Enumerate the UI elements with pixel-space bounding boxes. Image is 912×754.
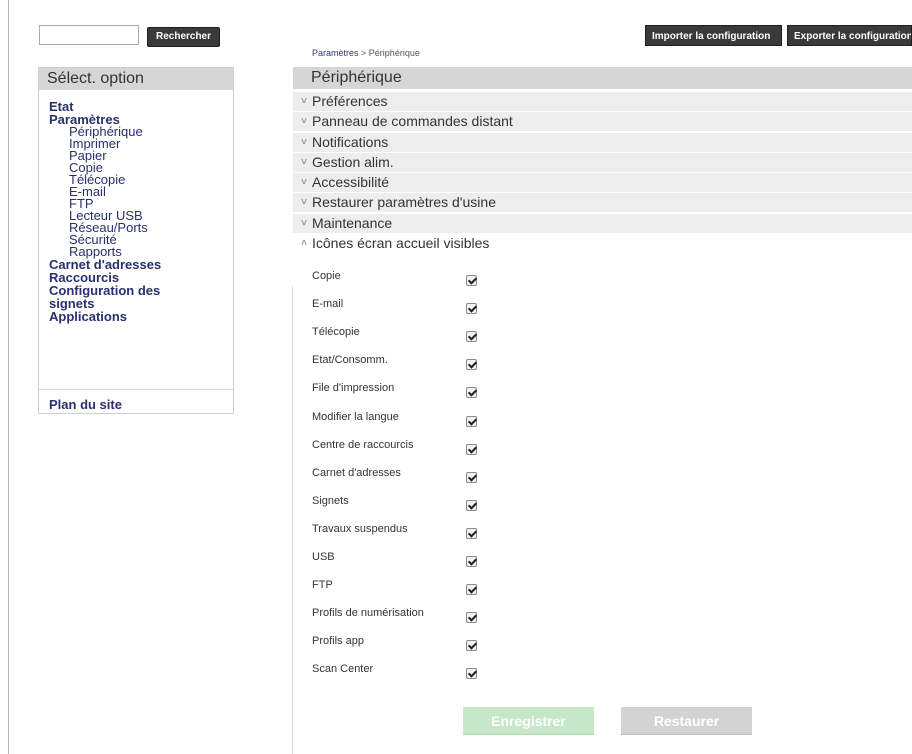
section-header[interactable]: ˅ Gestion alim. — [293, 153, 912, 172]
sidebar: Sélect. option Etat Paramètres Périphériqu… — [38, 67, 234, 414]
home-icon-label: FTP — [312, 579, 333, 591]
chevron-down-icon: ˅ — [301, 137, 307, 148]
home-icon-label: USB — [312, 551, 335, 563]
home-icon-checkbox[interactable] — [466, 472, 477, 483]
section-label: Panneau de commandes distant — [312, 113, 513, 129]
search-input[interactable] — [39, 25, 139, 45]
content-divider — [292, 286, 293, 754]
home-icon-checkbox[interactable] — [466, 331, 477, 342]
home-icon-label: Travaux suspendus — [312, 523, 408, 535]
home-icon-checkbox[interactable] — [466, 359, 477, 370]
home-icon-checkbox[interactable] — [466, 500, 477, 511]
page-left-border — [8, 0, 9, 754]
import-config-button[interactable]: Importer la configuration — [645, 25, 782, 46]
save-button[interactable]: Enregistrer — [463, 707, 594, 735]
section-label: Accessibilité — [312, 174, 390, 190]
chevron-down-icon: ˅ — [301, 218, 307, 229]
home-icon-label: E-mail — [312, 298, 344, 310]
home-icon-label: Centre de raccourcis — [312, 439, 414, 451]
chevron-up-icon: ˄ — [301, 238, 307, 249]
home-icon-checkbox[interactable] — [466, 640, 477, 651]
home-icon-checkbox[interactable] — [466, 584, 477, 595]
search-button[interactable]: Rechercher — [147, 27, 220, 47]
section-label: Gestion alim. — [312, 154, 394, 170]
home-icon-label: File d'impression — [312, 382, 395, 394]
home-icon-label: Copie — [312, 270, 341, 282]
section-label: Maintenance — [312, 215, 393, 231]
chevron-down-icon: ˅ — [301, 197, 307, 208]
home-icon-label: Profils app — [312, 635, 364, 647]
breadcrumb-separator: > — [358, 48, 369, 58]
section-label: Préférences — [312, 93, 388, 109]
sidebar-title: Sélect. option — [39, 68, 233, 90]
home-icon-label: Signets — [312, 495, 349, 507]
home-icon-label: Profils de numérisation — [312, 607, 424, 619]
breadcrumb-parent-link[interactable]: Paramètres — [312, 48, 359, 58]
restore-button[interactable]: Restaurer — [621, 707, 752, 735]
chevron-down-icon: ˅ — [301, 96, 307, 107]
section-header[interactable]: ˅ Restaurer paramètres d'usine — [293, 193, 912, 212]
section-header[interactable]: ˅ Maintenance — [293, 214, 912, 233]
home-icon-checkbox[interactable] — [466, 444, 477, 455]
home-icon-checkbox[interactable] — [466, 668, 477, 679]
home-icon-label: Télécopie — [312, 326, 360, 338]
section-label: Restaurer paramètres d'usine — [312, 194, 496, 210]
section-header[interactable]: ˅ Notifications — [293, 133, 912, 152]
home-icon-checkbox[interactable] — [466, 387, 477, 398]
home-icon-checkbox[interactable] — [466, 303, 477, 314]
home-icon-label: Carnet d'adresses — [312, 467, 401, 479]
home-icon-checkbox[interactable] — [466, 275, 477, 286]
sidebar-nav: Etat Paramètres Périphérique Imprimer Papier… — [39, 90, 233, 323]
home-icon-label: Scan Center — [312, 663, 374, 675]
sidebar-item[interactable]: Applications — [49, 310, 233, 323]
home-icon-checkbox[interactable] — [466, 416, 477, 427]
home-icon-checkbox[interactable] — [466, 556, 477, 567]
section-header[interactable]: ˅ Panneau de commandes distant — [293, 112, 912, 131]
chevron-down-icon: ˅ — [301, 177, 307, 188]
home-icon-checkbox[interactable] — [466, 528, 477, 539]
section-header[interactable]: ˄ Icônes écran accueil visibles — [293, 234, 912, 253]
sidebar-divider — [39, 389, 233, 390]
page-title: Périphérique — [293, 67, 912, 89]
home-icon-label: Etat/Consomm. — [312, 354, 388, 366]
sidebar-item-sitemap[interactable]: Plan du site — [49, 397, 122, 412]
home-icon-label: Modifier la langue — [312, 411, 399, 423]
section-label: Notifications — [312, 134, 389, 150]
section-header[interactable]: ˅ Préférences — [293, 92, 912, 111]
section-label: Icônes écran accueil visibles — [312, 235, 490, 251]
breadcrumb: Paramètres > Périphérique — [312, 48, 420, 58]
chevron-down-icon: ˅ — [301, 157, 307, 168]
home-icon-checkbox[interactable] — [466, 612, 477, 623]
export-config-button[interactable]: Exporter la configuration — [787, 25, 912, 46]
chevron-down-icon: ˅ — [301, 116, 307, 127]
section-header[interactable]: ˅ Accessibilité — [293, 173, 912, 192]
breadcrumb-current: Périphérique — [368, 48, 420, 58]
